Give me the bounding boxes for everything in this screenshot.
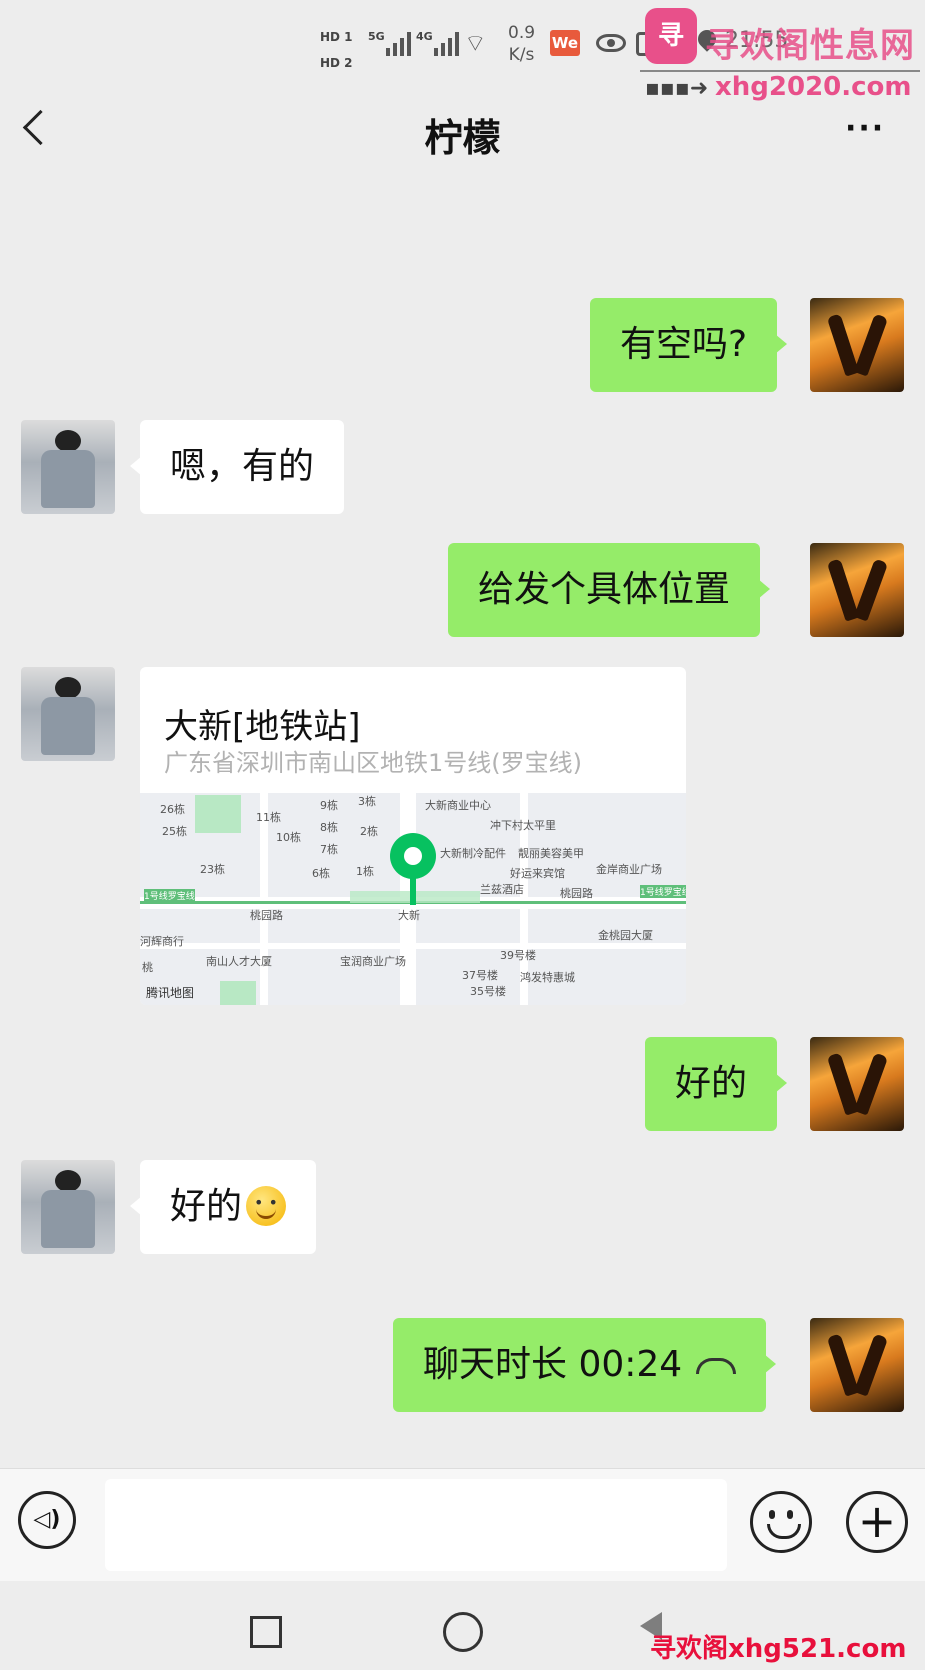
map-label: 10栋 (276, 831, 301, 844)
self-avatar[interactable] (810, 1037, 904, 1131)
contact-avatar[interactable] (21, 1160, 115, 1254)
message-bubble-sent[interactable]: 给发个具体位置 (448, 543, 771, 637)
eye-icon (596, 34, 626, 52)
metro-line-label: 1号线罗宝线 (640, 885, 686, 898)
self-avatar[interactable] (810, 1318, 904, 1412)
map-label: 35号楼 (470, 985, 506, 998)
wifi-icon: ⌔ (464, 29, 487, 57)
message-bubble-sent[interactable]: 有空吗? (590, 298, 788, 392)
map-label: 7栋 (320, 843, 338, 856)
watermark-bottom: 寻欢阁xhg521.com (650, 1634, 907, 1664)
call-record-bubble[interactable]: 聊天时长 00:24 (393, 1318, 777, 1412)
hd1-label: HD 1 (320, 30, 353, 44)
map-label: 冲下村太平里 (490, 819, 556, 832)
map-label: 1栋 (356, 865, 374, 878)
system-nav-bar: 寻欢阁xhg521.com (0, 1582, 925, 1670)
signal-5g-label: 5G (368, 30, 385, 43)
map-label: 大新商业中心 (425, 799, 491, 812)
contact-avatar[interactable] (21, 667, 115, 761)
map-label: 26栋 (160, 803, 185, 816)
map-pin-icon (390, 833, 436, 879)
map-label: 39号楼 (500, 949, 536, 962)
plus-icon[interactable]: + (846, 1491, 908, 1553)
call-duration-text: 聊天时长 00:24 (423, 1344, 683, 1385)
speed-unit: K/s (508, 45, 535, 65)
map-label: 宝润商业广场 (340, 955, 406, 968)
home-icon[interactable] (443, 1612, 483, 1652)
map-label: 8栋 (320, 821, 338, 834)
self-avatar[interactable] (810, 543, 904, 637)
voice-icon[interactable]: ◁) (18, 1491, 76, 1549)
map-label: 大新制冷配件 (440, 847, 506, 860)
message-bubble-received[interactable]: 好的 (129, 1156, 317, 1254)
location-map[interactable]: 26栋 25栋 23栋 11栋 10栋 9栋 8栋 7栋 6栋 3栋 2栋 1栋… (140, 793, 686, 1005)
map-label: 23栋 (200, 863, 225, 876)
map-label: 3栋 (358, 795, 376, 808)
hd-indicator: HD 1 HD 2 (320, 24, 353, 76)
app-notification-icon: We (550, 30, 580, 56)
contact-avatar[interactable] (21, 420, 115, 514)
map-label: 好运来宾馆 (510, 867, 565, 880)
map-label: 靓丽美容美甲 (518, 847, 584, 860)
map-label: 37号楼 (462, 969, 498, 982)
smile-emoji-icon (246, 1156, 287, 1250)
watermark-logo: 寻 (645, 8, 697, 64)
map-label: 金岸商业广场 (596, 863, 662, 876)
location-card[interactable]: 大新[地铁站] 广东省深圳市南山区地铁1号线(罗宝线) 26栋 25栋 23栋 … (140, 667, 686, 1005)
map-label: 6栋 (312, 867, 330, 880)
map-label: 25栋 (162, 825, 187, 838)
more-dots-icon[interactable]: ··· (845, 114, 885, 144)
map-label: 兰兹酒店 (480, 883, 524, 896)
message-input[interactable] (105, 1479, 727, 1571)
map-label: 南山人才大厦 (206, 955, 272, 968)
speed-value: 0.9 (508, 23, 536, 43)
map-label: 桃园路 (250, 909, 283, 922)
map-road (140, 943, 686, 949)
map-label: 大新 (398, 909, 420, 922)
map-provider-logo: 腾讯地图 (146, 986, 195, 1000)
message-text: 好的 (170, 1186, 243, 1227)
map-label: 河辉商行 (140, 935, 184, 948)
message-bubble-received[interactable]: 嗯，有的 (129, 420, 345, 514)
location-name: 大新[地铁站] (164, 707, 361, 747)
network-speed: 0.9 K/s (508, 22, 535, 66)
input-bar: ◁) + (0, 1468, 925, 1581)
hd2-label: HD 2 (320, 56, 353, 70)
message-bubble-sent[interactable]: 好的 (645, 1037, 788, 1131)
map-park (220, 981, 256, 1005)
map-label: 金桃园大厦 (598, 929, 653, 942)
self-avatar[interactable] (810, 298, 904, 392)
signal-bars-icon (386, 30, 411, 56)
map-park (195, 795, 241, 833)
watermark-title: 寻欢阁性息网 (705, 26, 915, 66)
map-label: 桃 (142, 961, 153, 974)
phone-hangup-icon (696, 1358, 737, 1374)
metro-line-label: 1号线罗宝线 (144, 889, 195, 902)
chat-header: 柠檬 ··· (0, 95, 925, 175)
emoji-icon[interactable] (750, 1491, 812, 1553)
location-address: 广东省深圳市南山区地铁1号线(罗宝线) (164, 749, 582, 777)
chat-title: 柠檬 (424, 116, 501, 160)
recent-apps-icon[interactable] (250, 1616, 282, 1648)
map-pin-stem (410, 875, 416, 905)
map-label: 9栋 (320, 799, 338, 812)
signal-bars-icon (434, 30, 459, 56)
signal-4g-label: 4G (416, 30, 433, 43)
map-label: 11栋 (256, 811, 281, 824)
map-label: 2栋 (360, 825, 378, 838)
map-label: 桃园路 (560, 887, 593, 900)
map-label: 鸿发特惠城 (520, 971, 575, 984)
